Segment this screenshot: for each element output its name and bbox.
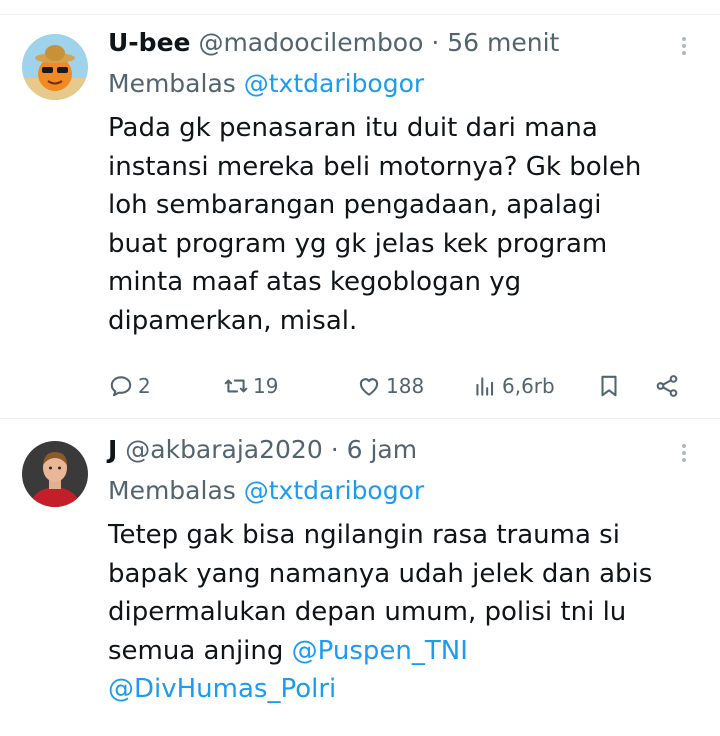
tweet-1[interactable]: U-bee @madoocilemboo · 56 menit Membalas… bbox=[0, 14, 720, 418]
tweet-line: Tetep gak bisa ngilangin rasa trauma si bbox=[108, 520, 620, 550]
tweet-line: semua anjing @Puspen_TNI bbox=[108, 632, 684, 671]
tweet-line: Pada gk penasaran itu duit dari mana bbox=[108, 113, 598, 143]
like-count: 188 bbox=[386, 374, 425, 398]
retweet-icon bbox=[224, 379, 248, 393]
tweet-line: minta maaf atas kegoblogan yg bbox=[108, 267, 522, 297]
reply-icon bbox=[110, 376, 132, 397]
avatar-ubee[interactable] bbox=[22, 34, 88, 100]
mention-link[interactable]: @DivHumas_Polri bbox=[108, 674, 336, 704]
reply-button[interactable]: 2 bbox=[108, 371, 151, 401]
dot-separator: · bbox=[431, 28, 440, 57]
timestamp[interactable]: 56 menit bbox=[447, 28, 559, 57]
share-button[interactable] bbox=[654, 371, 680, 401]
reply-handle-link[interactable]: @txtdaribogor bbox=[244, 476, 424, 505]
avatar-j[interactable] bbox=[22, 441, 88, 507]
display-name[interactable]: J bbox=[108, 435, 117, 464]
timestamp[interactable]: 6 jam bbox=[347, 435, 417, 464]
user-handle[interactable]: @madoocilemboo bbox=[198, 28, 423, 57]
tweet-text: Tetep gak bisa ngilangin rasa trauma si … bbox=[108, 516, 684, 709]
tweet-line: buat program yg gk jelas kek program bbox=[108, 228, 608, 259]
tweet-header: U-bee @madoocilemboo · 56 menit bbox=[108, 28, 684, 58]
retweet-count: 19 bbox=[253, 374, 279, 398]
tweet-line: dipamerkan, misal. bbox=[108, 305, 358, 336]
tweet-line: loh sembarangan pengadaan, apalagi bbox=[108, 190, 602, 220]
bookmark-button[interactable] bbox=[596, 371, 622, 401]
tweet-line-text: semua anjing bbox=[108, 635, 292, 666]
reply-count: 2 bbox=[138, 374, 151, 398]
user-handle[interactable]: @akbaraja2020 bbox=[125, 435, 322, 464]
share-icon bbox=[656, 375, 678, 397]
tweet-line: dipermalukan depan umum, polisi tni lu bbox=[108, 597, 627, 627]
tweet-text: Pada gk penasaran itu duit dari mana ins… bbox=[108, 109, 684, 340]
action-bar: 2 19 188 6,6rb bbox=[108, 371, 688, 401]
view-count: 6,6rb bbox=[502, 374, 555, 398]
tweet-line: bapak yang namanya udah jelek dan abis bbox=[108, 558, 653, 589]
reply-prefix: Membalas bbox=[108, 69, 236, 98]
reply-context: Membalas @txtdaribogor bbox=[108, 69, 684, 99]
bookmark-icon bbox=[601, 375, 617, 397]
views-button[interactable]: 6,6rb bbox=[472, 371, 555, 401]
dot-separator: · bbox=[330, 435, 339, 464]
like-icon bbox=[359, 378, 379, 396]
reply-context: Membalas @txtdaribogor bbox=[108, 476, 684, 506]
tweet-line: instansi mereka beli motornya? Gk boleh bbox=[108, 151, 642, 182]
display-name[interactable]: U-bee bbox=[108, 28, 190, 57]
like-button[interactable]: 188 bbox=[356, 371, 424, 401]
reply-prefix: Membalas bbox=[108, 476, 236, 505]
mention-link[interactable]: @Puspen_TNI bbox=[292, 636, 468, 666]
views-icon bbox=[476, 377, 494, 396]
tweet-2[interactable]: J @akbaraja2020 · 6 jam Membalas @txtdar… bbox=[0, 419, 720, 736]
tweet-line: @DivHumas_Polri bbox=[108, 670, 684, 709]
tweet-header: J @akbaraja2020 · 6 jam bbox=[108, 435, 684, 465]
reply-handle-link[interactable]: @txtdaribogor bbox=[244, 69, 424, 98]
retweet-button[interactable]: 19 bbox=[223, 371, 278, 401]
